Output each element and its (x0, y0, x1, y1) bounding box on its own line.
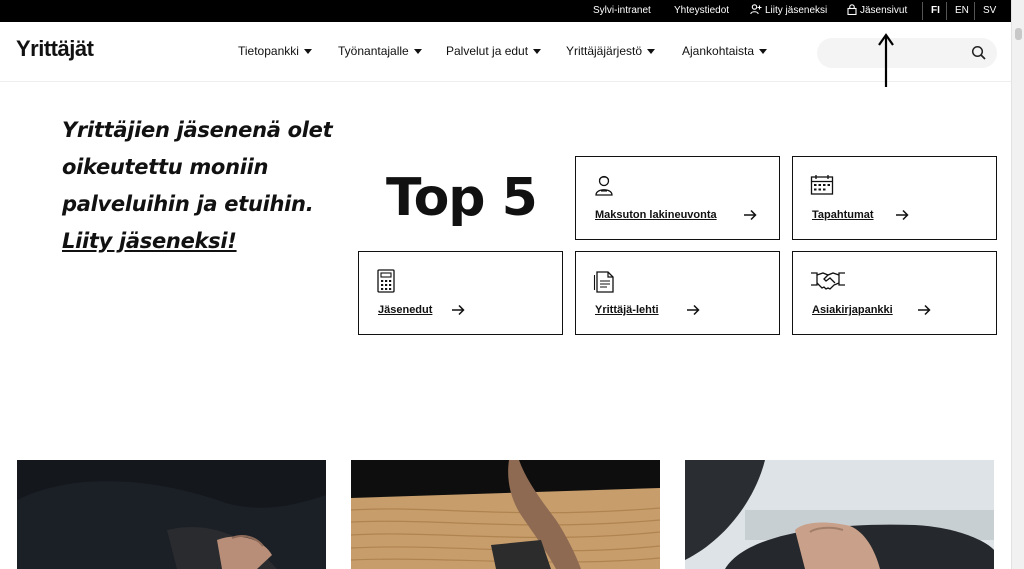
nav-yrittajajarjesto[interactable]: Yrittäjäjärjestö (566, 44, 656, 58)
top5-heading: Top 5 (386, 168, 538, 228)
search-input[interactable] (831, 44, 961, 62)
nav-tyonantajalle[interactable]: Työnantajalle (338, 44, 422, 58)
join-link[interactable]: Liity jäseneksi! (62, 229, 237, 253)
article-image[interactable] (685, 460, 994, 569)
nav-tietopankki[interactable]: Tietopankki (238, 44, 312, 58)
divider (922, 2, 923, 20)
lock-icon (847, 4, 857, 16)
woodwork-hands-image (351, 460, 660, 569)
up-arrow-icon (878, 33, 894, 87)
hero-line: Yrittäjien jäsenenä olet (62, 118, 333, 142)
card-label: Maksuton lakineuvonta (595, 209, 717, 221)
scrollbar[interactable] (1011, 0, 1024, 569)
nav-label: Työnantajalle (338, 44, 409, 58)
arrow-right-icon (744, 209, 757, 221)
main-header: Yrittäjät Tietopankki Työnantajalle Palv… (0, 22, 1011, 82)
nav-label: Tietopankki (238, 44, 299, 58)
join-member-label: Liity jäseneksi (765, 5, 828, 16)
card-label: Yrittäjä-lehti (595, 304, 659, 316)
lang-fi[interactable]: FI (931, 0, 940, 22)
arrow-right-icon (452, 304, 465, 316)
person-dark-clothes-image (17, 460, 326, 569)
search-box[interactable] (817, 38, 997, 68)
search-icon[interactable] (971, 45, 987, 61)
arrow-right-icon (896, 209, 909, 221)
calendar-icon (810, 175, 834, 195)
chevron-down-icon (647, 49, 656, 54)
nav-label: Ajankohtaista (682, 44, 755, 58)
card-label: Jäsenedut (378, 304, 433, 316)
article-image[interactable] (17, 460, 326, 569)
card-magazine[interactable]: Yrittäjä-lehti (575, 251, 780, 335)
add-user-icon (750, 4, 762, 15)
nav-label: Yrittäjäjärjestö (566, 44, 643, 58)
document-icon (593, 271, 614, 293)
nav-label: Palvelut ja edut (446, 44, 529, 58)
calculator-icon (377, 269, 395, 293)
arrow-right-icon (687, 304, 700, 316)
arrow-right-icon (918, 304, 931, 316)
divider (974, 2, 975, 20)
lang-en[interactable]: EN (955, 0, 969, 22)
card-label: Asiakirjapankki (812, 304, 893, 316)
hero-line: palveluihin ja etuihin. (62, 192, 314, 216)
article-image[interactable] (351, 460, 660, 569)
member-pages-label: Jäsensivut (860, 5, 908, 16)
card-events[interactable]: Tapahtumat (792, 156, 997, 240)
card-label: Tapahtumat (812, 209, 874, 221)
nav-palvelut[interactable]: Palvelut ja edut (446, 44, 542, 58)
intranet-link[interactable]: Sylvi-intranet (593, 0, 651, 22)
chevron-down-icon (759, 49, 768, 54)
advisor-icon (595, 175, 613, 196)
scrollbar-thumb[interactable] (1015, 28, 1022, 40)
nav-ajankohtaista[interactable]: Ajankohtaista (682, 44, 768, 58)
lang-sv[interactable]: SV (983, 0, 996, 22)
chevron-down-icon (533, 49, 542, 54)
site-logo[interactable]: Yrittäjät (16, 36, 94, 62)
hero-line: oikeutettu moniin (62, 155, 269, 179)
chevron-down-icon (303, 49, 312, 54)
handshake-icon (811, 272, 845, 290)
divider (946, 2, 947, 20)
join-member-link[interactable]: Liity jäseneksi (750, 0, 827, 22)
member-pages-link[interactable]: Jäsensivut (847, 0, 907, 22)
driver-steering-wheel-image (685, 460, 994, 569)
card-member-benefits[interactable]: Jäsenedut (358, 251, 563, 335)
card-legal-advice[interactable]: Maksuton lakineuvonta (575, 156, 780, 240)
hero-text: Yrittäjien jäsenenä olet oikeutettu moni… (62, 112, 352, 260)
contact-link[interactable]: Yhteystiedot (674, 0, 729, 22)
top-utility-bar: Sylvi-intranet Yhteystiedot Liity jäsene… (0, 0, 1011, 22)
card-document-bank[interactable]: Asiakirjapankki (792, 251, 997, 335)
chevron-down-icon (413, 49, 422, 54)
